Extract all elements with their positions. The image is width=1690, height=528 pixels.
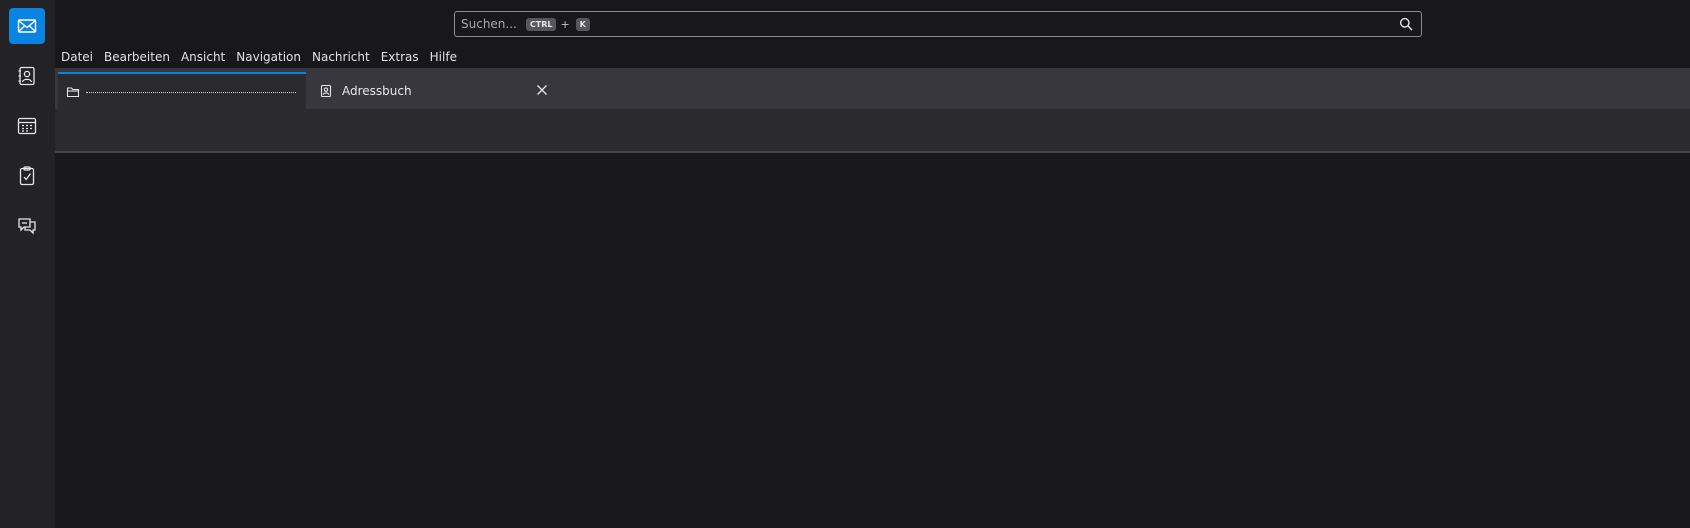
calendar-space-button[interactable] — [9, 108, 45, 144]
shortcut-modifier-badge: CTRL — [525, 17, 557, 31]
menu-ansicht[interactable]: Ansicht — [181, 50, 225, 64]
addressbook-icon — [319, 84, 333, 98]
tab-folder-label — [86, 92, 296, 93]
menubar: Datei Bearbeiten Ansicht Navigation Nach… — [55, 46, 1690, 68]
search-placeholder: Suchen... — [461, 17, 517, 31]
titlebar: Suchen... CTRL + K — [55, 0, 1690, 46]
menu-navigation[interactable]: Navigation — [236, 50, 301, 64]
menu-datei[interactable]: Datei — [61, 50, 93, 64]
folder-icon — [66, 85, 80, 99]
thunderbird-window: Suchen... CTRL + K Datei Bearbeiten Ansi… — [0, 0, 1690, 528]
menu-bearbeiten[interactable]: Bearbeiten — [104, 50, 170, 64]
menu-hilfe[interactable]: Hilfe — [430, 50, 457, 64]
addressbook-icon — [18, 66, 35, 86]
tab-adressbuch[interactable]: Adressbuch — [311, 72, 561, 109]
shortcut-key-badge: K — [575, 17, 590, 31]
calendar-icon — [17, 117, 37, 135]
spaces-toolbar — [0, 0, 55, 528]
chat-space-button[interactable] — [9, 208, 45, 244]
tasks-icon — [19, 166, 35, 186]
menu-nachricht[interactable]: Nachricht — [312, 50, 370, 64]
search-input[interactable]: Suchen... CTRL + K — [454, 11, 1422, 37]
mail-icon — [17, 19, 37, 33]
tasks-space-button[interactable] — [9, 158, 45, 194]
menu-extras[interactable]: Extras — [381, 50, 419, 64]
tab-folder[interactable] — [58, 72, 306, 109]
chat-icon — [18, 218, 36, 235]
mail-space-button[interactable] — [9, 8, 45, 44]
addressbook-space-button[interactable] — [9, 58, 45, 94]
tab-adressbuch-label: Adressbuch — [342, 83, 412, 98]
search-icon[interactable] — [1399, 17, 1413, 31]
tab-toolbar — [55, 109, 1690, 153]
close-icon[interactable] — [535, 83, 549, 97]
tab-strip: Adressbuch — [55, 68, 1690, 109]
main-content — [55, 153, 1690, 528]
shortcut-plus: + — [560, 17, 570, 31]
